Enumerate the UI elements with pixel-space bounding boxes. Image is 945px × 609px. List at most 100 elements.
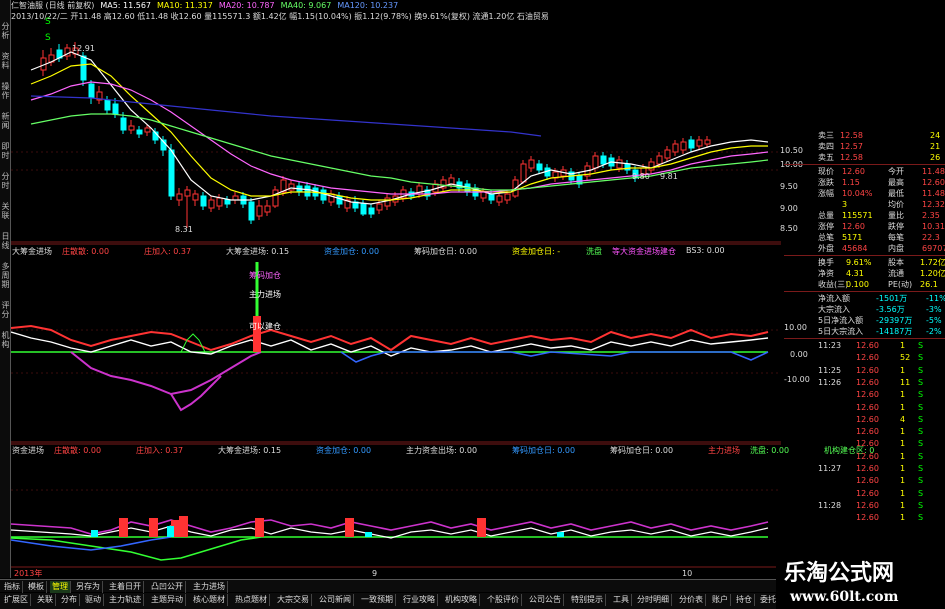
bottom-tab-18[interactable]: 分价表 bbox=[677, 594, 706, 606]
bottom-tab-1[interactable]: 模板 bbox=[26, 581, 47, 593]
chart-area[interactable]: SS bbox=[11, 0, 781, 578]
candle-body bbox=[384, 197, 391, 207]
candle-body bbox=[184, 189, 191, 197]
bottom-tab-0[interactable]: 扩展区 bbox=[2, 594, 31, 606]
candle bbox=[264, 200, 271, 216]
tick-volume: 1 bbox=[900, 439, 906, 449]
panel-divider bbox=[784, 255, 945, 256]
candle-body bbox=[448, 177, 455, 185]
tick-price: 12.60 bbox=[856, 353, 879, 363]
quote-value: 22.3 bbox=[922, 233, 940, 242]
stat-label: 净资 bbox=[818, 269, 834, 278]
left-tab-0[interactable]: 分析 bbox=[0, 22, 11, 40]
left-tab-2[interactable]: 操作 bbox=[0, 82, 11, 100]
quote-panel: 卖三 12.58 24 卖四 12.57 21 卖五 12.58 26 现价 12.60 今开 11.4… bbox=[784, 130, 945, 578]
bottom-tab-17[interactable]: 分时明细 bbox=[635, 594, 672, 606]
tick-flag: S bbox=[918, 439, 924, 449]
panel-legend-item: 庄加入: 0.37 bbox=[136, 446, 184, 455]
candle-body bbox=[192, 193, 199, 201]
flow-row: 大宗流入 -3.56万 -3% bbox=[784, 304, 945, 315]
candle bbox=[256, 200, 263, 220]
left-tab-5[interactable]: 分时 bbox=[0, 172, 11, 190]
tick-price: 12.60 bbox=[856, 402, 879, 412]
candle-body bbox=[520, 163, 527, 183]
p1-blue-line bbox=[340, 351, 769, 363]
candle-body bbox=[80, 55, 87, 81]
stat-value: 9.61% bbox=[846, 258, 872, 267]
quote-label: 涨幅 bbox=[818, 189, 834, 198]
bottom-tab-1[interactable]: 关联 bbox=[35, 594, 56, 606]
quote-label: 均价 bbox=[888, 200, 904, 209]
tick-flag: S bbox=[918, 353, 924, 363]
stat-value: 4.31 bbox=[846, 269, 864, 278]
left-tab-1[interactable]: 资料 bbox=[0, 52, 11, 70]
candle bbox=[360, 200, 367, 216]
bottom-tab-2[interactable]: 管理 bbox=[50, 581, 71, 593]
bottom-tab-16[interactable]: 工具 bbox=[611, 594, 632, 606]
candle-body bbox=[104, 99, 111, 111]
panel-legend-item: 资金加仓: 0.00 bbox=[324, 247, 380, 256]
tick-flag: S bbox=[918, 488, 924, 498]
tick-price: 12.60 bbox=[856, 513, 879, 523]
quote-label: 总量 bbox=[818, 211, 834, 220]
candle bbox=[440, 176, 447, 192]
bottom-tab-7[interactable]: 热点题材 bbox=[233, 594, 270, 606]
left-tab-4[interactable]: 即时 bbox=[0, 142, 11, 160]
panel-legend-item: 庄加入: 0.37 bbox=[144, 247, 192, 256]
stat-value: 1.20亿 bbox=[920, 269, 945, 278]
panel-legend-item: 洗盘 bbox=[586, 247, 602, 256]
bottom-tab-5[interactable]: 凸凹公开 bbox=[149, 581, 186, 593]
ask-volume: 21 bbox=[930, 142, 941, 151]
tick-time: 11:26 bbox=[818, 377, 842, 387]
bottom-tab-4[interactable]: 主着日开 bbox=[107, 581, 144, 593]
panel-divider bbox=[784, 164, 945, 165]
bottom-tab-3[interactable]: 驱动 bbox=[83, 594, 104, 606]
tick-row: 11:26 12.60 11 S bbox=[784, 377, 945, 388]
bottom-tab-12[interactable]: 机构攻略 bbox=[443, 594, 480, 606]
tick-row: 12.60 1 S bbox=[784, 402, 945, 413]
bottom-tab-9[interactable]: 公司新闻 bbox=[317, 594, 354, 606]
tick-volume: 1 bbox=[900, 476, 906, 486]
quote-value: 115571 bbox=[842, 211, 873, 220]
left-tab-8[interactable]: 多周期 bbox=[0, 262, 11, 289]
panel-legend-item: BS3: 0.00 bbox=[686, 246, 725, 255]
quote-row: 涨幅 10.04% 最低 11.48 bbox=[784, 188, 945, 199]
left-tab-3[interactable]: 新闻 bbox=[0, 112, 11, 130]
left-tab-10[interactable]: 机构 bbox=[0, 331, 11, 349]
bottom-tab-0[interactable]: 指标 bbox=[2, 581, 23, 593]
tick-price: 12.60 bbox=[856, 341, 879, 350]
left-tab-6[interactable]: 关联 bbox=[0, 202, 11, 220]
bottom-tab-6[interactable]: 核心题材 bbox=[191, 594, 228, 606]
candle bbox=[48, 48, 55, 66]
flow-label: 5日净流入额 bbox=[818, 316, 864, 325]
bottom-tab-6[interactable]: 主力进场 bbox=[191, 581, 228, 593]
bottom-tab-8[interactable]: 大宗交易 bbox=[275, 594, 312, 606]
candle-body bbox=[248, 201, 255, 221]
bottom-tab-4[interactable]: 主力轨迹 bbox=[107, 594, 144, 606]
bottom-tab-15[interactable]: 特别提示 bbox=[569, 594, 606, 606]
bottom-tab-2[interactable]: 分布 bbox=[59, 594, 80, 606]
left-tab-7[interactable]: 日线 bbox=[0, 232, 11, 250]
tick-price: 12.60 bbox=[856, 488, 879, 498]
bottom-tab-10[interactable]: 一致预期 bbox=[359, 594, 396, 606]
bottom-tab-20[interactable]: 持仓 bbox=[734, 594, 755, 606]
tick-volume: 1 bbox=[900, 451, 906, 461]
mark-label-1: 9.80 bbox=[632, 172, 650, 181]
candle bbox=[184, 186, 191, 228]
bottom-tab-13[interactable]: 个股评价 bbox=[485, 594, 522, 606]
flow-row: 5日净流入额 -29397万 -5% bbox=[784, 315, 945, 326]
tick-row: 12.60 1 S bbox=[784, 451, 945, 462]
left-tab-9[interactable]: 评分 bbox=[0, 301, 11, 319]
bottom-tab-11[interactable]: 行业攻略 bbox=[401, 594, 438, 606]
bottom-tab-19[interactable]: 账户 bbox=[710, 594, 731, 606]
candle-body bbox=[216, 197, 223, 207]
bottom-tab-14[interactable]: 公司公告 bbox=[527, 594, 564, 606]
candle-body bbox=[368, 207, 375, 215]
tick-price: 12.60 bbox=[856, 390, 879, 400]
panel-legend-item: 资金加仓: 0.00 bbox=[316, 446, 372, 455]
bottom-tab-3[interactable]: 另存为 bbox=[74, 581, 103, 593]
quote-value: 12.32 bbox=[922, 200, 945, 209]
candle bbox=[216, 194, 223, 210]
p2-cyan-bar bbox=[91, 530, 98, 537]
bottom-tab-5[interactable]: 主题异动 bbox=[149, 594, 186, 606]
